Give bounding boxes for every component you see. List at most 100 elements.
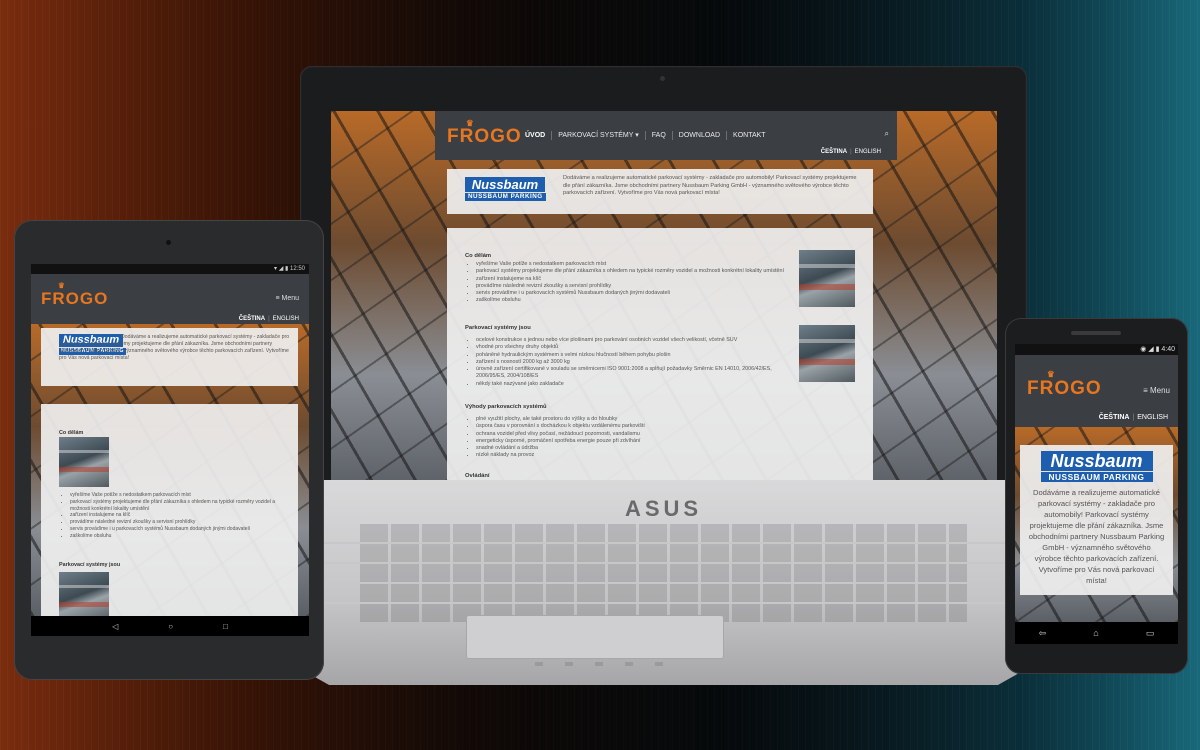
list-item: zaškolíme obsluhu (70, 533, 296, 540)
tablet-camera (166, 240, 171, 245)
section-title: Ovládání (465, 473, 490, 479)
parking-photo[interactable] (59, 437, 109, 487)
lang-en[interactable]: ENGLISH (1137, 414, 1168, 421)
intro-panel: Nussbaum NUSSBAUM PARKING Dodáváme a rea… (1020, 445, 1173, 595)
recents-icon[interactable]: □ (223, 622, 228, 631)
section-title: Výhody parkovacích systémů (465, 404, 547, 410)
list-item: úspora času v porovnání s docházkou k ob… (476, 423, 795, 430)
lang-cs[interactable]: ČEŠTINA (239, 316, 265, 322)
home-icon[interactable]: ⌂ (1093, 628, 1098, 638)
language-switcher: ČEŠTINA | ENGLISH (238, 316, 299, 322)
nav-parkovaci-systemy[interactable]: PARKOVACÍ SYSTÉMY ▾ (551, 131, 645, 140)
lang-en[interactable]: ENGLISH (855, 149, 881, 155)
status-bar: ◉ ◢ ▮ 4:40 (1015, 344, 1178, 355)
recents-icon[interactable]: ▭ (1146, 628, 1155, 639)
nav-uvod[interactable]: ÚVOD (519, 131, 551, 140)
keyboard (360, 524, 967, 622)
crown-icon: ♛ (58, 281, 66, 290)
nussbaum-logo: Nussbaum NUSSBAUM PARKING (465, 177, 546, 202)
site-header: ♛ FROGO ≡ Menu ČEŠTINA | ENGLISH (31, 274, 309, 324)
nav-download[interactable]: DOWNLOAD (671, 131, 726, 140)
intro-text: Dodáváme a realizujeme automatické parko… (563, 175, 857, 196)
language-switcher: ČEŠTINA | ENGLISH (820, 149, 881, 155)
lang-cs[interactable]: ČEŠTINA (821, 149, 847, 155)
intro-panel: Nussbaum NUSSBAUM PARKING Dodáváme a rea… (447, 169, 873, 214)
content-panel: Co dělám vyřešíme Vaše potíže s nedostat… (41, 404, 298, 624)
site-body: Nussbaum NUSSBAUM PARKING Dodáváme a rea… (1015, 427, 1178, 622)
section-title: Parkovací systémy jsou (59, 562, 121, 568)
phone-device: ◉ ◢ ▮ 4:40 ♛ FROGO ≡ Menu ČEŠTINA | ENGLIS… (1005, 318, 1188, 674)
back-icon[interactable]: ⇦ (1039, 628, 1047, 639)
list-item: parkovací systémy projektujeme dle přání… (476, 268, 795, 275)
site-logo[interactable]: ♛ FROGO (1027, 369, 1102, 400)
laptop-brand-logo: ASUS (624, 496, 703, 521)
parking-photo[interactable] (799, 325, 855, 382)
language-switcher: ČEŠTINA | ENGLISH (1098, 414, 1168, 421)
touchpad (466, 615, 724, 659)
android-nav-bar: ◁ ○ □ (31, 616, 309, 636)
list-item: provádíme následné revizní zkoušky a ser… (70, 519, 296, 526)
status-icons: ▾ ◢ ▮ (274, 266, 289, 272)
section-ovladani: Ovládání (465, 473, 795, 479)
phone-speaker (1071, 331, 1121, 335)
status-time: 4:40 (1161, 346, 1175, 353)
site-header: ♛ FROGO ≡ Menu ČEŠTINA | ENGLISH (1015, 355, 1178, 427)
nav-kontakt[interactable]: KONTAKT (726, 131, 772, 140)
list-item: servis provádíme i u parkovacích systémů… (70, 526, 296, 533)
status-icons: ◉ ◢ ▮ (1140, 346, 1160, 353)
list-item: poháněné hydraulickým systémem s velmi n… (476, 352, 795, 359)
laptop-screen: ♛ FROGO ÚVOD PARKOVACÍ SYSTÉMY ▾ FAQ DOW… (331, 111, 997, 489)
list-item: plné využití plochy, ale také prostoru d… (476, 416, 795, 423)
back-icon[interactable]: ◁ (112, 622, 118, 631)
section-parkovaci-systemy: Parkovací systémy jsou ocelové konstrukc… (465, 325, 795, 388)
list-item: parkovací systémy projektujeme dle přání… (70, 499, 296, 513)
android-nav-bar: ⇦ ⌂ ▭ (1015, 622, 1178, 644)
menu-button[interactable]: ≡ Menu (275, 295, 299, 302)
list-item: nízké náklady na provoz (476, 452, 795, 459)
section-vyhody: Výhody parkovacích systémů plné využití … (465, 404, 795, 460)
list-item: zaškolíme obsluhu (476, 297, 795, 304)
site-logo[interactable]: ♛ FROGO (41, 281, 108, 309)
parking-photo[interactable] (799, 250, 855, 307)
laptop-base: ASUS (300, 480, 1027, 685)
list-item: servis provádíme i u parkovacích systémů… (476, 290, 795, 297)
list-item: úrovně zařízení certifikované v souladu … (476, 366, 795, 381)
section-title: Co dělám (59, 430, 84, 436)
section-title: Co dělám (465, 253, 492, 259)
status-bar: ▾ ◢ ▮ 12:50 (31, 264, 309, 274)
list-item: ochrana vozidel před vlivy počasí, nežád… (476, 431, 795, 438)
site-header: ♛ FROGO ÚVOD PARKOVACÍ SYSTÉMY ▾ FAQ DOW… (435, 111, 897, 160)
list-item: vyřešíme Vaše potíže s nedostatkem parko… (476, 261, 795, 268)
home-icon[interactable]: ○ (168, 622, 173, 631)
parking-photo[interactable] (59, 572, 109, 622)
section-title: Parkovací systémy jsou (465, 325, 531, 331)
search-icon[interactable]: ⌕ (885, 129, 889, 139)
list-item: zařízení instalujeme na klíč (476, 276, 795, 283)
site-logo[interactable]: ♛ FROGO (447, 118, 522, 148)
tablet-device: ▾ ◢ ▮ 12:50 ♛ FROGO ≡ Menu ČEŠTINA | ENGLI… (14, 220, 324, 680)
menu-button[interactable]: ≡ Menu (1143, 386, 1170, 395)
chevron-down-icon: ▾ (635, 132, 639, 139)
nussbaum-logo: Nussbaum NUSSBAUM PARKING (1040, 451, 1153, 483)
list-item: vyřešíme Vaše potíže s nedostatkem parko… (70, 492, 296, 499)
intro-panel: Nussbaum NUSSBAUM PARKING Dodáváme a rea… (41, 328, 298, 386)
list-item: energeticky úsporné, promáčení spotřeba … (476, 438, 795, 445)
laptop-lid: ♛ FROGO ÚVOD PARKOVACÍ SYSTÉMY ▾ FAQ DOW… (300, 66, 1027, 498)
lang-cs[interactable]: ČEŠTINA (1099, 414, 1130, 421)
main-nav: ÚVOD PARKOVACÍ SYSTÉMY ▾ FAQ DOWNLOAD KO… (519, 131, 772, 140)
content-panel: Co dělám vyřešíme Vaše potíže s nedostat… (447, 228, 873, 489)
intro-text: Dodáváme a realizujeme automatické parko… (59, 334, 290, 361)
webcam (660, 76, 665, 81)
section-co-delam: Co dělám vyřešíme Vaše potíže s nedostat… (465, 253, 795, 305)
status-time: 12:50 (289, 266, 305, 272)
nav-faq[interactable]: FAQ (644, 131, 672, 140)
lang-en[interactable]: ENGLISH (273, 316, 299, 322)
crown-icon: ♛ (466, 118, 475, 128)
hamburger-icon: ≡ (275, 295, 280, 302)
crown-icon: ♛ (1047, 369, 1056, 379)
list-item: vhodné pro všechny druhy objektů (476, 344, 795, 351)
website-desktop: ♛ FROGO ÚVOD PARKOVACÍ SYSTÉMY ▾ FAQ DOW… (435, 111, 897, 489)
tablet-screen: ▾ ◢ ▮ 12:50 ♛ FROGO ≡ Menu ČEŠTINA | ENGLI… (31, 264, 309, 636)
list-item: zařízení instalujeme na klíč (70, 512, 296, 519)
list-item: snadné ovládání a údržba (476, 445, 795, 452)
